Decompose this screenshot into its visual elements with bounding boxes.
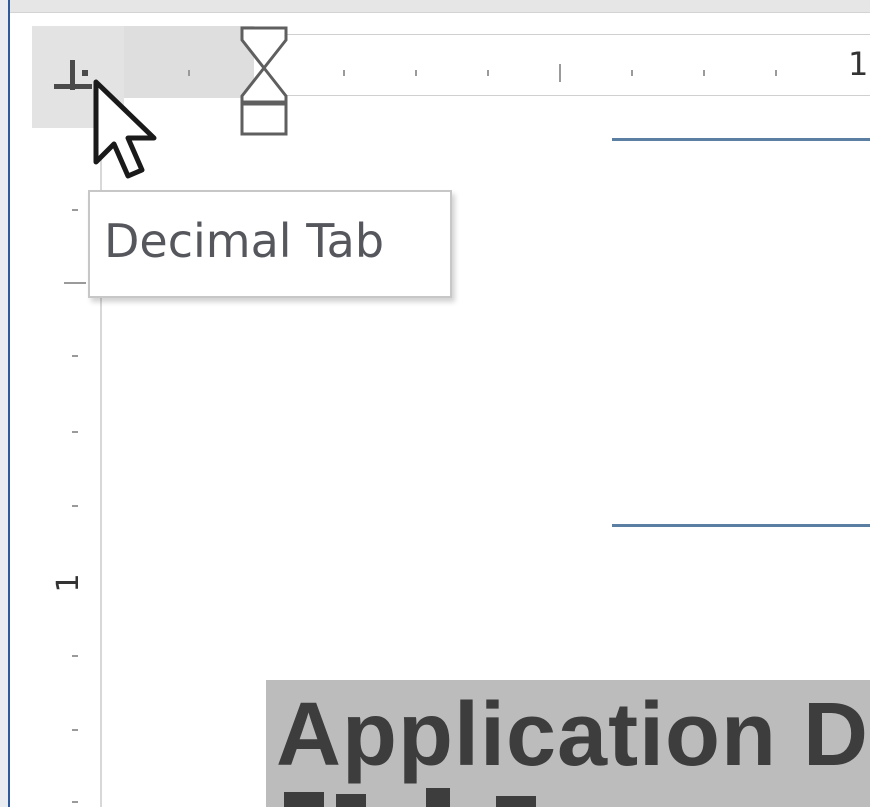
vertical-ruler-label: 1 xyxy=(51,573,86,593)
horizontal-ruler-label: 1 xyxy=(848,45,869,83)
document-rule-bottom xyxy=(612,524,870,527)
tooltip-text: Decimal Tab xyxy=(104,214,385,268)
indent-markers xyxy=(240,26,288,136)
window-frame-top xyxy=(10,0,870,13)
mouse-pointer-icon xyxy=(93,79,157,179)
document-rule-top xyxy=(612,138,870,141)
next-line-fragment xyxy=(284,788,536,807)
document-heading-block[interactable]: Application De xyxy=(266,680,870,807)
document-heading: Application De xyxy=(276,685,870,785)
window-frame-left xyxy=(0,0,8,807)
window-frame-accent xyxy=(8,0,10,807)
horizontal-ruler-ticks xyxy=(188,26,777,136)
tooltip: Decimal Tab xyxy=(88,190,452,298)
